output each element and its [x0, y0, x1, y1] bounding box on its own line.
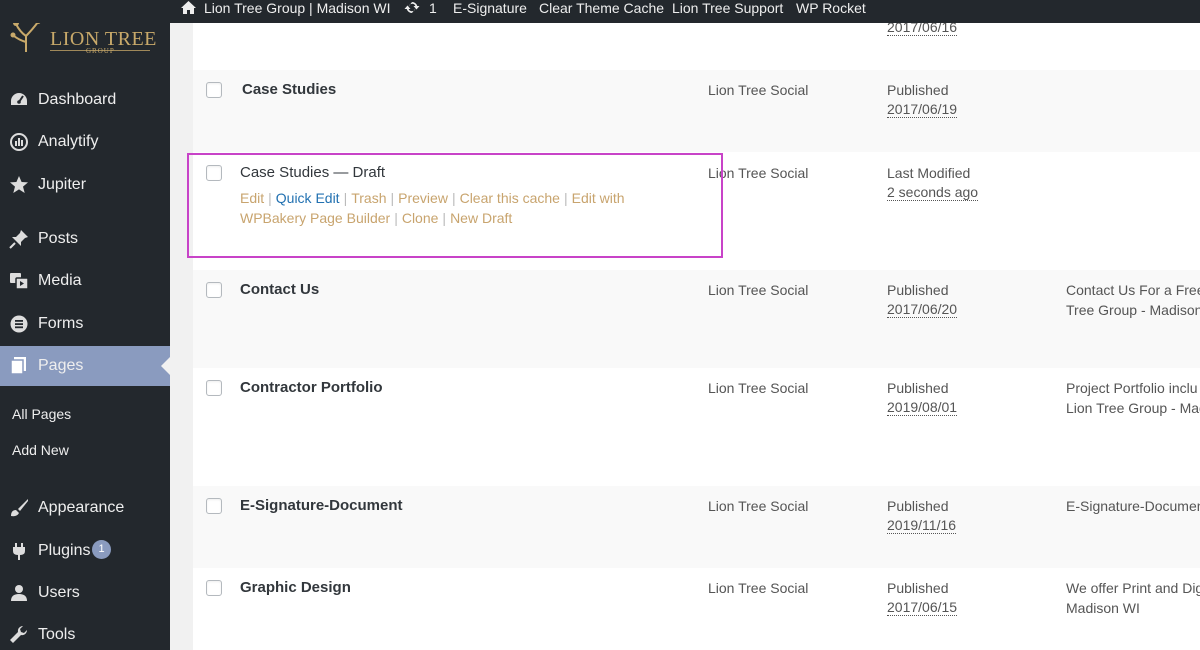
updates-count[interactable]: 1	[429, 0, 437, 16]
sidebar-item-appearance[interactable]: Appearance	[0, 488, 170, 528]
star-icon	[10, 176, 28, 193]
adminbar-esignature[interactable]: E-Signature	[453, 0, 527, 16]
analytics-icon	[10, 133, 28, 151]
table-row: E-Signature-Document Lion Tree Social Pu…	[193, 486, 1200, 568]
table-row: Contact Us Lion Tree Social Published 20…	[193, 270, 1200, 368]
row-title-link[interactable]: Graphic Design	[240, 579, 351, 596]
updates-icon[interactable]	[403, 0, 421, 15]
row-status: Last Modified	[887, 165, 971, 181]
sidebar-item-label: Jupiter	[38, 176, 87, 193]
plugin-icon	[13, 543, 25, 560]
row-status: Published	[887, 282, 949, 298]
adminbar-lion-tree-support[interactable]: Lion Tree Support	[672, 0, 783, 16]
row-status: Published	[887, 380, 949, 396]
row-checkbox[interactable]	[206, 380, 222, 396]
row-title-link[interactable]: Case Studies	[242, 81, 336, 98]
row-checkbox[interactable]	[206, 498, 222, 514]
row-author[interactable]: Lion Tree Social	[708, 165, 808, 181]
row-checkbox[interactable]	[206, 282, 222, 298]
row-date: 2017/06/15	[887, 599, 958, 616]
table-row: 2017/06/16	[193, 20, 1200, 70]
row-checkbox[interactable]	[206, 82, 222, 98]
sidebar-item-analytify[interactable]: Analytify	[0, 122, 170, 162]
pages-list-table: 2017/06/16 Case Studies Lion Tree Social…	[193, 20, 1200, 650]
sidebar-item-label: Plugins	[38, 542, 91, 559]
table-row: Case Studies Lion Tree Social Published …	[193, 70, 1200, 152]
admin-sidebar: LION TREE GROUP Dashboard Analytify Jupi…	[0, 0, 170, 650]
row-author[interactable]: Lion Tree Social	[708, 82, 808, 98]
row-date: 2017/06/20	[887, 301, 958, 318]
row-author[interactable]: Lion Tree Social	[708, 498, 808, 514]
home-icon[interactable]	[180, 0, 197, 15]
row-status: Published	[887, 498, 949, 514]
row-date: 2019/11/16	[887, 517, 957, 534]
site-name-link[interactable]: Lion Tree Group | Madison WI	[204, 0, 391, 16]
sidebar-item-tools[interactable]: Tools	[0, 615, 170, 650]
sidebar-item-pages[interactable]: Pages	[0, 346, 170, 386]
row-description: Lion Tree Group - Mad	[1066, 400, 1200, 416]
sidebar-item-label: Media	[38, 272, 82, 289]
row-title-link[interactable]: Contractor Portfolio	[240, 379, 383, 396]
row-title-link[interactable]: E-Signature-Document	[240, 497, 403, 514]
sidebar-item-media[interactable]: Media	[0, 261, 170, 301]
sidebar-item-label: Analytify	[38, 133, 99, 150]
user-icon	[11, 585, 27, 601]
sidebar-item-label: Forms	[38, 315, 84, 332]
adminbar-clear-theme-cache[interactable]: Clear Theme Cache	[539, 0, 664, 16]
sidebar-item-label: Pages	[38, 357, 84, 374]
row-checkbox[interactable]	[206, 580, 222, 596]
pin-icon	[9, 230, 28, 249]
row-status: Published	[887, 580, 949, 596]
sidebar-item-label: Appearance	[38, 499, 125, 516]
sidebar-item-forms[interactable]: Forms	[0, 304, 170, 344]
sidebar-item-dashboard[interactable]: Dashboard	[0, 80, 170, 120]
sidebar-item-users[interactable]: Users	[0, 573, 170, 613]
logo-subtext: GROUP	[86, 47, 115, 55]
row-author[interactable]: Lion Tree Social	[708, 282, 808, 298]
sidebar-item-label: Tools	[38, 626, 76, 643]
sidebar-item-posts[interactable]: Posts	[0, 219, 170, 259]
row-description: Contact Us For a Free	[1066, 282, 1200, 298]
row-description: Project Portfolio inclu	[1066, 380, 1198, 396]
sidebar-item-plugins[interactable]: Plugins 1	[0, 531, 170, 571]
admin-bar: Lion Tree Group | Madison WI 1 E-Signatu…	[0, 0, 1200, 23]
row-description: Madison WI	[1066, 600, 1140, 616]
forms-icon	[10, 315, 28, 333]
wrench-icon	[10, 625, 28, 643]
sidebar-item-label: Posts	[38, 230, 79, 247]
row-description: E-Signature-Documen	[1066, 498, 1200, 514]
row-date: 2017/06/19	[887, 101, 958, 118]
row-date: 2 seconds ago	[887, 184, 979, 201]
sidebar-item-label: Dashboard	[38, 91, 117, 108]
plugins-update-badge: 1	[92, 540, 111, 559]
adminbar-wp-rocket[interactable]: WP Rocket	[796, 0, 866, 16]
row-title-link[interactable]: Contact Us	[240, 281, 319, 298]
sidebar-item-label: Users	[38, 584, 80, 601]
row-description: We offer Print and Dig	[1066, 580, 1200, 596]
sidebar-item-jupiter[interactable]: Jupiter	[0, 165, 170, 205]
row-description: Tree Group - Madison	[1066, 302, 1200, 318]
row-status: Published	[887, 82, 949, 98]
row-author[interactable]: Lion Tree Social	[708, 580, 808, 596]
row-author[interactable]: Lion Tree Social	[708, 380, 808, 396]
pages-icon	[10, 357, 26, 375]
media-icon	[10, 273, 29, 290]
table-row: Contractor Portfolio Lion Tree Social Pu…	[193, 368, 1200, 486]
brush-icon	[11, 499, 28, 517]
submenu-all-pages[interactable]: All Pages	[12, 406, 71, 422]
row-date: 2019/08/01	[887, 399, 958, 416]
dashboard-icon	[11, 93, 27, 105]
submenu-add-new[interactable]: Add New	[12, 442, 69, 458]
table-row: Graphic Design Lion Tree Social Publishe…	[193, 568, 1200, 650]
highlight-annotation-box	[187, 153, 723, 258]
